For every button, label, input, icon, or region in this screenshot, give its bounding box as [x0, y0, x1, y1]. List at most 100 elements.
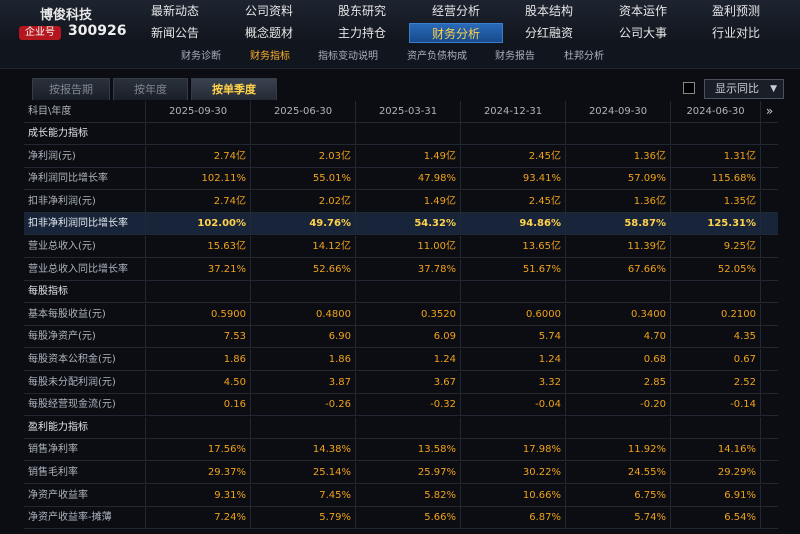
- value-cell: 52.66%: [251, 258, 356, 280]
- row-label: 销售净利率: [24, 439, 146, 461]
- value-cell: 0.3400: [566, 303, 671, 325]
- value-cell: 5.82%: [356, 484, 461, 506]
- row-label: 销售毛利率: [24, 462, 146, 483]
- nav-tab-0-6[interactable]: 盈利预测: [689, 1, 783, 21]
- empty-cell: [356, 123, 461, 144]
- empty-cell: [671, 123, 761, 144]
- top-nav-bar: 博俊科技 企业号 300926 最新动态 公司资料 股东研究 经营分析 股本结构 资本运作…: [0, 0, 800, 47]
- value-cell: -0.20: [566, 394, 671, 416]
- nav-tab-1-2[interactable]: 主力持仓: [315, 23, 409, 43]
- period-tab-1[interactable]: 按年度: [113, 78, 188, 100]
- table-row[interactable]: 扣非净利润(元) 2.74亿 2.02亿 1.49亿 2.45亿 1.36亿 1.35亿: [24, 190, 778, 213]
- row-label: 净资产收益率-摊薄: [24, 507, 146, 529]
- value-cell: 10.66%: [461, 484, 566, 506]
- period-header-1[interactable]: 2025-06-30: [251, 101, 356, 122]
- scroll-right-icon[interactable]: »: [761, 101, 778, 122]
- nav-tab-1-5[interactable]: 公司大事: [596, 23, 690, 43]
- value-cell: 1.36亿: [566, 145, 671, 167]
- value-cell: 5.79%: [251, 507, 356, 529]
- table-row[interactable]: 净资产收益率-摊薄 7.24% 5.79% 5.66% 6.87% 5.74% 6.54%: [24, 507, 778, 530]
- table-row[interactable]: 基本每股收益(元) 0.5900 0.4800 0.3520 0.6000 0.3400 0…: [24, 303, 778, 326]
- value-cell: 1.49亿: [356, 190, 461, 212]
- empty-cell: [461, 416, 566, 438]
- table-row[interactable]: 每股经营现金流(元) 0.16 -0.26 -0.32 -0.04 -0.20 -0.14: [24, 394, 778, 417]
- value-cell: 1.36亿: [566, 190, 671, 212]
- table-row[interactable]: 净利润同比增长率 102.11% 55.01% 47.98% 93.41% 57.09% 1…: [24, 168, 778, 191]
- value-cell: 0.2100: [671, 303, 761, 325]
- value-cell: 24.55%: [566, 462, 671, 483]
- value-cell: 0.4800: [251, 303, 356, 325]
- period-tab-row: 按报告期 按年度 按单季度 显示同比 ▼: [8, 78, 784, 100]
- value-cell: 37.21%: [146, 258, 251, 280]
- table-row[interactable]: 每股未分配利润(元) 4.50 3.87 3.67 3.32 2.85 2.52: [24, 371, 778, 394]
- period-tab-0[interactable]: 按报告期: [32, 78, 110, 100]
- subnav-item-4[interactable]: 财务报告: [495, 49, 535, 65]
- chevron-down-icon: ▼: [770, 84, 777, 94]
- value-cell: 3.32: [461, 371, 566, 393]
- value-cell: 6.09: [356, 326, 461, 348]
- empty-cell: [251, 416, 356, 438]
- value-cell: 3.67: [356, 371, 461, 393]
- nav-tab-1-1[interactable]: 概念题材: [222, 23, 316, 43]
- table-row[interactable]: 每股净资产(元) 7.53 6.90 6.09 5.74 4.70 4.35: [24, 326, 778, 349]
- table-row[interactable]: 营业总收入(元) 15.63亿 14.12亿 11.00亿 13.65亿 11.39亿 9.…: [24, 236, 778, 258]
- sub-nav-bar: 财务诊断 财务指标 指标变动说明 资产负债构成 财务报告 杜邦分析: [0, 46, 800, 69]
- value-cell: 58.87%: [566, 213, 671, 235]
- row-label: 净利润同比增长率: [24, 168, 146, 190]
- table-row[interactable]: 净资产收益率 9.31% 7.45% 5.82% 10.66% 6.75% 6.91%: [24, 484, 778, 507]
- period-tab-2[interactable]: 按单季度: [191, 78, 277, 100]
- table-row[interactable]: 净利润(元) 2.74亿 2.03亿 1.49亿 2.45亿 1.36亿 1.31亿: [24, 145, 778, 168]
- nav-tab-0-1[interactable]: 公司资料: [222, 1, 316, 21]
- nav-tab-0-4[interactable]: 股本结构: [502, 1, 596, 21]
- value-cell: 14.38%: [251, 439, 356, 461]
- nav-tab-0-2[interactable]: 股东研究: [315, 1, 409, 21]
- row-label: 基本每股收益(元): [24, 303, 146, 325]
- value-cell: 9.31%: [146, 484, 251, 506]
- table-row[interactable]: 每股资本公积金(元) 1.86 1.86 1.24 1.24 0.68 0.67: [24, 349, 778, 371]
- nav-tab-0-0[interactable]: 最新动态: [128, 1, 222, 21]
- row-label: 净资产收益率: [24, 484, 146, 506]
- section-title: 成长能力指标: [24, 123, 146, 144]
- compare-checkbox[interactable]: [683, 82, 695, 94]
- empty-cell: [566, 123, 671, 144]
- row-label: 每股资本公积金(元): [24, 349, 146, 370]
- subnav-item-0[interactable]: 财务诊断: [181, 49, 221, 65]
- table-header-row: 科目\年度 2025-09-30 2025-06-30 2025-03-31 2024-…: [24, 101, 778, 123]
- subnav-item-5[interactable]: 杜邦分析: [564, 49, 604, 65]
- period-header-2[interactable]: 2025-03-31: [356, 101, 461, 122]
- value-cell: 30.22%: [461, 462, 566, 483]
- value-cell: 2.52: [671, 371, 761, 393]
- value-cell: 2.45亿: [461, 190, 566, 212]
- value-cell: 55.01%: [251, 168, 356, 190]
- period-header-0[interactable]: 2025-09-30: [146, 101, 251, 122]
- section-row: 盈利能力指标: [24, 416, 778, 439]
- subnav-item-1[interactable]: 财务指标: [250, 49, 290, 65]
- period-header-3[interactable]: 2024-12-31: [461, 101, 566, 122]
- empty-cell: [671, 281, 761, 303]
- nav-tab-1-4[interactable]: 分红融资: [502, 23, 596, 43]
- period-header-5[interactable]: 2024-06-30: [671, 101, 761, 122]
- value-cell: 37.78%: [356, 258, 461, 280]
- nav-tab-1-6[interactable]: 行业对比: [689, 23, 783, 43]
- subnav-item-2[interactable]: 指标变动说明: [318, 49, 378, 65]
- table-row[interactable]: 营业总收入同比增长率 37.21% 52.66% 37.78% 51.67% 67.66%…: [24, 258, 778, 281]
- enterprise-badge[interactable]: 企业号: [19, 26, 61, 40]
- nav-tab-1-0[interactable]: 新闻公告: [128, 23, 222, 43]
- value-cell: 125.31%: [671, 213, 761, 235]
- nav-tab-0-5[interactable]: 资本运作: [596, 1, 690, 21]
- value-cell: 5.74%: [566, 507, 671, 529]
- table-row[interactable]: 扣非净利润同比增长率 102.00% 49.76% 54.32% 94.86% 58.87…: [24, 213, 778, 236]
- value-cell: 5.66%: [356, 507, 461, 529]
- table-row[interactable]: 销售毛利率 29.37% 25.14% 25.97% 30.22% 24.55% 29.29…: [24, 462, 778, 484]
- empty-cell: [566, 281, 671, 303]
- period-header-4[interactable]: 2024-09-30: [566, 101, 671, 122]
- nav-tab-1-3[interactable]: 财务分析: [409, 23, 503, 43]
- table-row[interactable]: 销售净利率 17.56% 14.38% 13.58% 17.98% 11.92% 14.16…: [24, 439, 778, 462]
- empty-cell: [356, 281, 461, 303]
- subnav-item-3[interactable]: 资产负债构成: [407, 49, 467, 65]
- compare-label: 显示同比: [715, 82, 759, 95]
- nav-tab-0-3[interactable]: 经营分析: [409, 1, 503, 21]
- header-label-cell: 科目\年度: [24, 101, 146, 122]
- compare-dropdown[interactable]: 显示同比 ▼: [704, 79, 784, 99]
- value-cell: 2.74亿: [146, 145, 251, 167]
